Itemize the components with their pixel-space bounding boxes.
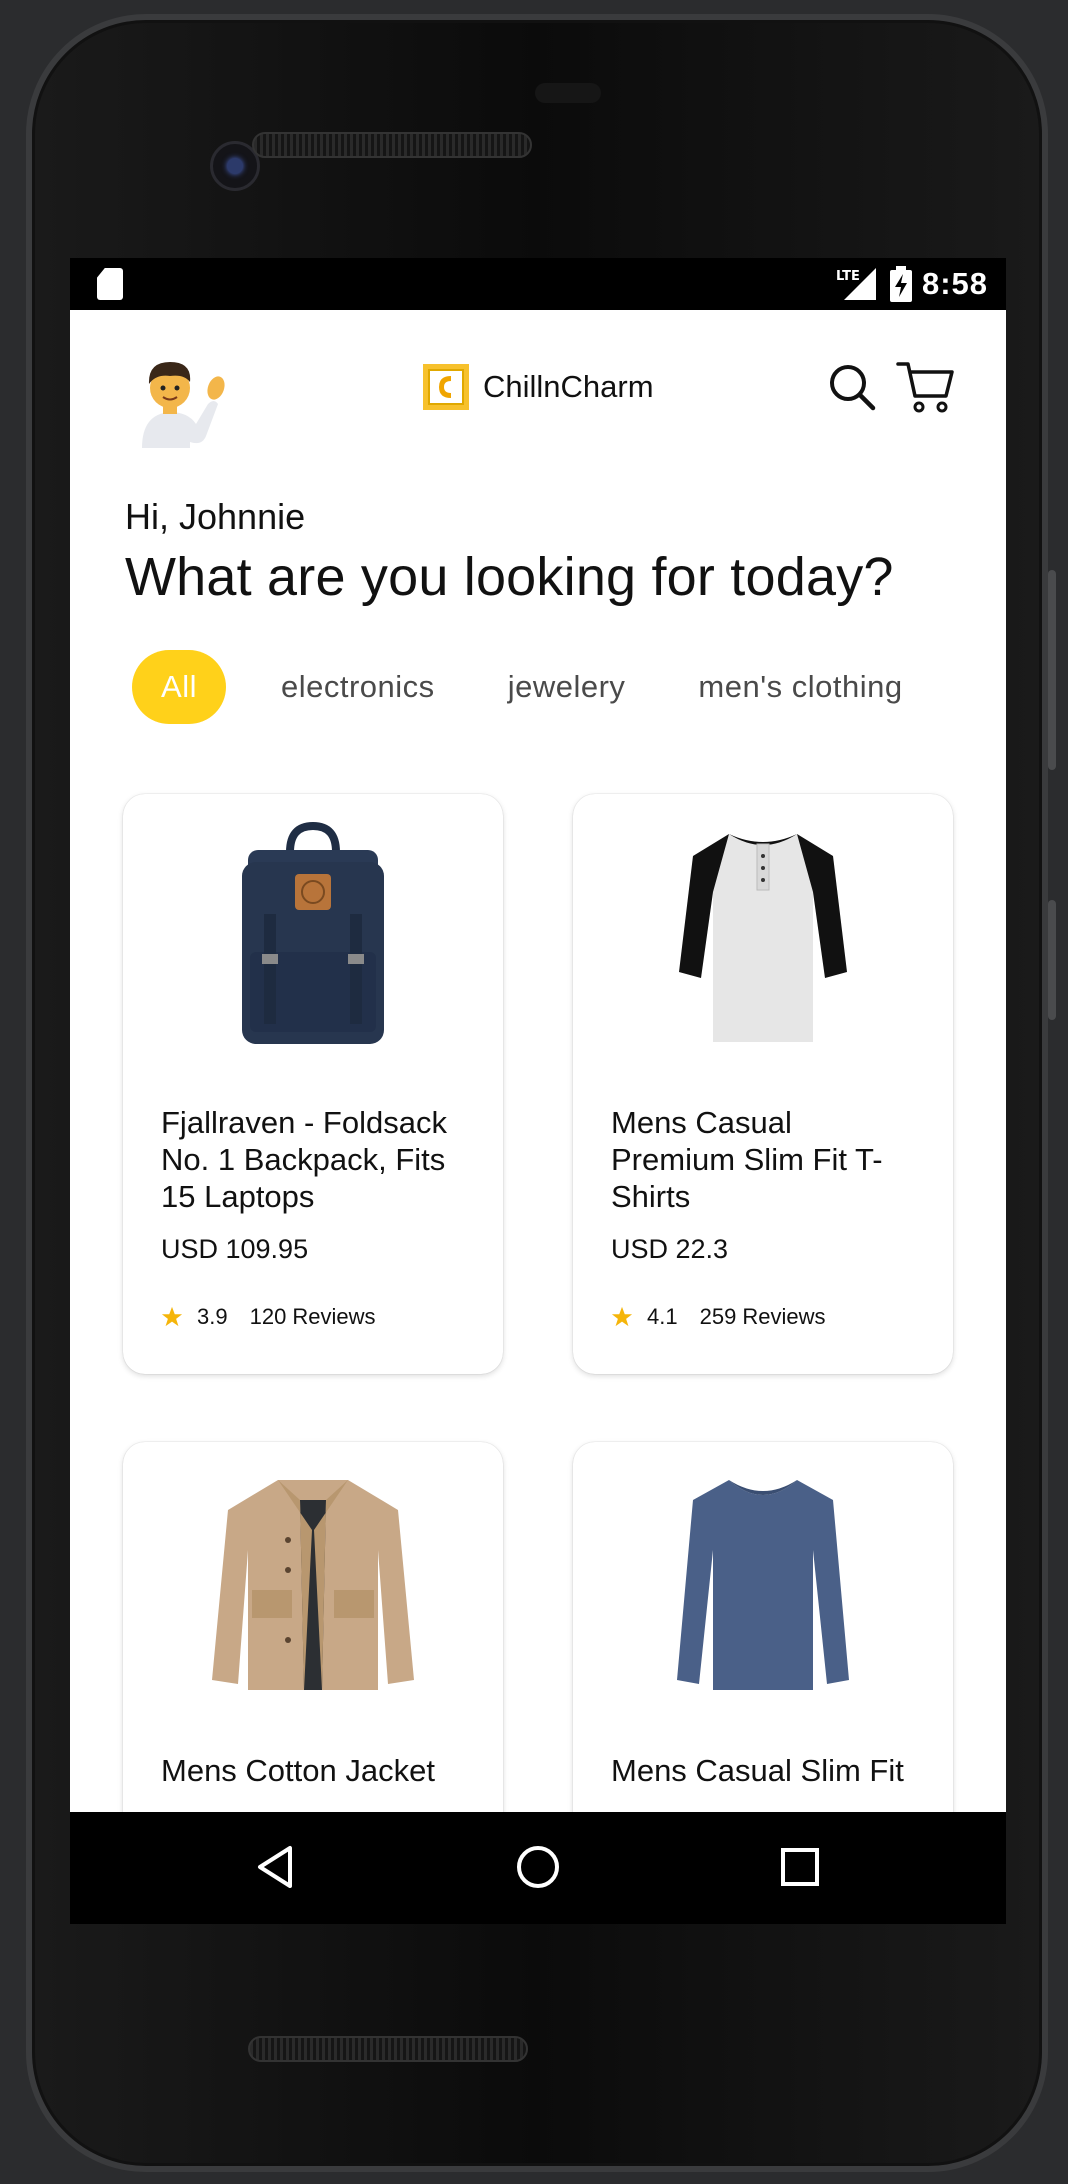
rating-value: 3.9 <box>197 1304 228 1329</box>
search-icon[interactable] <box>827 362 877 412</box>
raglan-tshirt-image <box>679 834 847 1042</box>
product-title: Mens Casual Premium Slim Fit T-Shirts <box>611 1105 883 1214</box>
product-price: USD 22.3 <box>611 1234 729 1264</box>
product-card[interactable]: Mens Cotton Jacket <box>123 1442 503 1812</box>
battery-charging-icon <box>889 266 912 302</box>
star-icon <box>611 1306 633 1327</box>
system-nav-bar <box>70 1812 1006 1924</box>
clock: 8:58 <box>921 266 988 301</box>
product-card[interactable]: Mens Casual Slim Fit <box>573 1442 953 1812</box>
rating-value: 4.1 <box>647 1304 678 1329</box>
status-bar: LTE 8:58 <box>70 258 1006 310</box>
power-button <box>1048 900 1056 1020</box>
cart-icon[interactable] <box>896 358 954 414</box>
earpiece-speaker <box>252 132 532 158</box>
product-price: USD 109.95 <box>161 1234 309 1264</box>
product-card[interactable]: Mens Casual Premium Slim Fit T-Shirts US… <box>573 794 953 1374</box>
star-icon <box>161 1306 183 1327</box>
greeting: Hi, Johnnie <box>125 496 306 537</box>
person-waving-icon[interactable] <box>130 348 230 448</box>
product-rating: 3.9 120 Reviews <box>161 1304 376 1330</box>
brand-logo-icon <box>423 364 469 410</box>
tab-jewelery[interactable]: jewelery <box>483 650 651 724</box>
brand-name: ChillnCharm <box>483 369 654 404</box>
tab-mens-clothing[interactable]: men's clothing <box>673 650 927 724</box>
volume-button <box>1048 570 1056 770</box>
review-count: 120 Reviews <box>249 1304 376 1329</box>
sd-card-icon <box>97 268 123 300</box>
product-card[interactable]: Fjallraven - Foldsack No. 1 Backpack, Fi… <box>123 794 503 1374</box>
backpack-image <box>242 822 384 1044</box>
review-count: 259 Reviews <box>699 1304 826 1329</box>
proximity-sensor <box>535 83 601 103</box>
category-tabs: All electronics jewelery men's clothing <box>132 650 951 724</box>
tab-electronics[interactable]: electronics <box>256 650 460 724</box>
recents-square-icon[interactable] <box>775 1842 825 1892</box>
back-triangle-icon[interactable] <box>252 1842 302 1892</box>
bottom-speaker <box>248 2036 528 2062</box>
lte-signal-icon: LTE <box>836 268 876 300</box>
product-title: Fjallraven - Foldsack No. 1 Backpack, Fi… <box>161 1105 447 1214</box>
brand[interactable]: ChillnCharm <box>421 362 654 412</box>
home-circle-icon[interactable] <box>513 1842 563 1892</box>
svg-text:LTE: LTE <box>836 269 860 284</box>
page-title: What are you looking for today? <box>125 547 894 607</box>
product-rating: 4.1 259 Reviews <box>611 1304 826 1330</box>
product-title: Mens Casual Slim Fit <box>611 1753 904 1788</box>
product-title: Mens Cotton Jacket <box>161 1753 435 1788</box>
jacket-image <box>212 1480 414 1690</box>
app-screen: ChillnCharm Hi, Johnnie What are you loo… <box>70 310 1006 1812</box>
tab-all[interactable]: All <box>132 650 226 724</box>
long-sleeve-shirt-image <box>677 1480 849 1690</box>
